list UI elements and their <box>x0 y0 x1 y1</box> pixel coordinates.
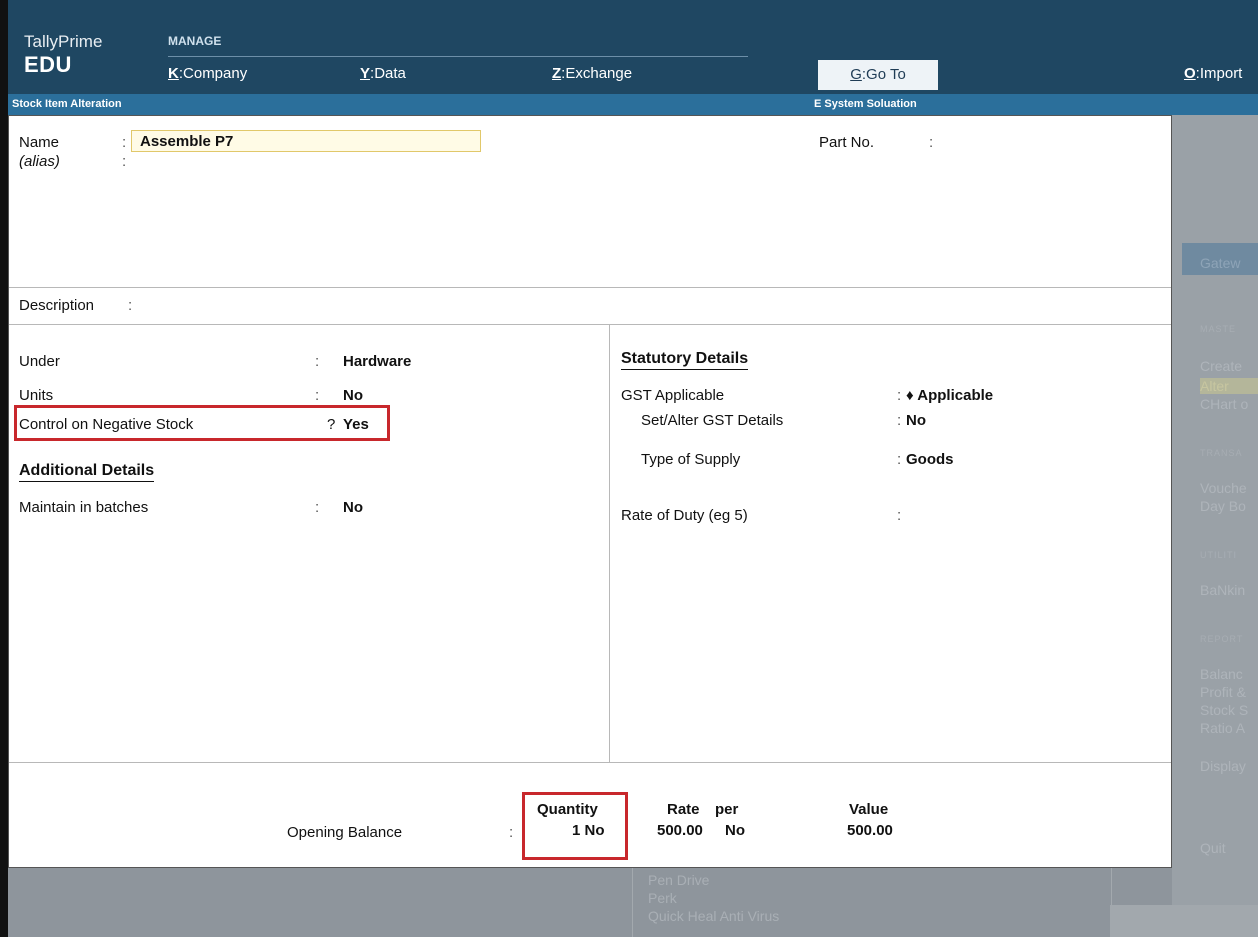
background-panel-item: UTILITI <box>1200 550 1238 560</box>
rate-of-duty-label: Rate of Duty (eg 5) <box>621 507 748 524</box>
per-header: per <box>715 801 739 818</box>
shortcut-key: G <box>850 66 862 83</box>
menu-section-label: MANAGE <box>168 34 222 48</box>
part-no-field[interactable] <box>941 132 1161 154</box>
part-no-colon: : <box>929 134 934 151</box>
menu-company[interactable]: K:Company <box>168 65 247 82</box>
background-panel-item: MASTE <box>1200 324 1237 334</box>
opening-rate[interactable]: 500.00 <box>657 822 703 839</box>
negative-stock-value[interactable]: Yes <box>343 416 369 433</box>
negative-stock-label: Control on Negative Stock <box>19 416 194 433</box>
name-value: Assemble P7 <box>140 133 234 150</box>
type-of-supply-label: Type of Supply <box>641 451 741 468</box>
opening-balance-colon: : <box>509 824 514 841</box>
menu-label: Exchange <box>565 65 633 82</box>
under-value[interactable]: Hardware <box>343 353 411 370</box>
stock-item-alteration-form: Name : Assemble P7 (alias) : Part No. : … <box>8 115 1172 868</box>
background-panel-item: Balanc <box>1200 666 1243 682</box>
background-strip <box>1110 905 1258 937</box>
alias-field[interactable] <box>131 153 481 173</box>
company-name: E System Soluation <box>814 98 917 110</box>
menu-label: Import <box>1199 65 1243 82</box>
screen-title: Stock Item Alteration <box>12 98 122 110</box>
background-panel-item: BaNkin <box>1200 582 1246 598</box>
shortcut-key: O <box>1184 65 1196 82</box>
value-header: Value <box>849 801 889 818</box>
rate-of-duty-colon: : <box>897 507 902 524</box>
goto-label: Go To <box>866 66 906 83</box>
product-name: TallyPrime <box>24 32 103 51</box>
description-field[interactable] <box>141 294 1161 316</box>
quantity-header: Quantity <box>537 801 598 818</box>
units-label: Units <box>19 387 54 404</box>
background-panel-item: Gatew <box>1200 255 1241 271</box>
batches-colon: : <box>315 499 320 516</box>
rate-of-duty-field[interactable] <box>906 505 1106 527</box>
background-panel-item: TRANSA <box>1200 448 1243 458</box>
background-panel-item: Stock S <box>1200 702 1249 718</box>
background-panel-item: Profit & <box>1200 684 1246 700</box>
name-colon: : <box>122 134 127 151</box>
background-list-item: Perk <box>648 890 677 906</box>
menu-data[interactable]: Y:Data <box>360 65 406 82</box>
menu-import[interactable]: O:Import <box>1184 65 1242 82</box>
background-panel-item: CHart o <box>1200 396 1249 412</box>
background-panel-item: Day Bo <box>1200 498 1246 514</box>
opening-value[interactable]: 500.00 <box>847 822 893 839</box>
batches-value[interactable]: No <box>343 499 363 516</box>
background-panel-item: Quit <box>1200 840 1226 856</box>
units-value[interactable]: No <box>343 387 363 404</box>
opening-balance-label: Opening Balance <box>287 824 403 841</box>
name-label: Name <box>19 134 60 151</box>
description-label: Description <box>19 297 95 314</box>
type-of-supply-value[interactable]: Goods <box>906 451 954 468</box>
gst-details-colon: : <box>897 412 902 429</box>
column-divider <box>609 324 610 762</box>
background-panel-item: Display <box>1200 758 1246 774</box>
gst-details-value[interactable]: No <box>906 412 926 429</box>
title-bar: Stock Item Alteration E System Soluation <box>8 94 1258 115</box>
opening-per[interactable]: No <box>725 822 745 839</box>
divider <box>9 324 1171 325</box>
background-panel-item: Vouche <box>1200 480 1247 496</box>
shortcut-key: Z <box>552 65 562 82</box>
description-colon: : <box>128 297 133 314</box>
edition-label: EDU <box>24 52 72 77</box>
window-frame <box>0 0 8 937</box>
menu-label: Data <box>374 65 406 82</box>
type-of-supply-colon: : <box>897 451 902 468</box>
background-gateway-panel <box>1172 115 1258 937</box>
under-colon: : <box>315 353 320 370</box>
divider <box>9 762 1171 763</box>
divider <box>9 287 1171 288</box>
menu-exchange[interactable]: Z:Exchange <box>552 65 632 82</box>
alias-colon: : <box>122 153 127 170</box>
background-panel-item: Create <box>1200 358 1243 374</box>
background-list-item: Quick Heal Anti Virus <box>648 908 780 924</box>
rate-header: Rate <box>667 801 700 818</box>
menu-label: Company <box>183 65 248 82</box>
batches-label: Maintain in batches <box>19 499 149 516</box>
background-panel-item: Alter <box>1200 378 1258 394</box>
background-list-item: Pen Drive <box>648 872 710 888</box>
statutory-details-header: Statutory Details <box>621 350 749 370</box>
units-colon: : <box>315 387 320 404</box>
gst-applicable-label: GST Applicable <box>621 387 725 404</box>
menu-divider <box>168 56 748 57</box>
top-bar: TallyPrime EDU MANAGE K:Company Y:Data Z… <box>8 0 1258 94</box>
negative-stock-prompt: ? <box>327 416 336 433</box>
background-panel-item: REPORT <box>1200 634 1244 644</box>
gst-applicable-colon: : <box>897 387 902 404</box>
alias-label: (alias) <box>19 153 60 170</box>
background-panel-item: Ratio A <box>1200 720 1246 736</box>
gst-details-label: Set/Alter GST Details <box>641 412 784 429</box>
opening-quantity[interactable]: 1 No <box>572 822 605 839</box>
gst-applicable-value[interactable]: ♦ Applicable <box>906 387 993 404</box>
under-label: Under <box>19 353 60 370</box>
goto-button[interactable]: G:Go To <box>818 60 938 90</box>
part-no-label: Part No. <box>819 134 875 151</box>
shortcut-key: K <box>168 65 179 82</box>
shortcut-key: Y <box>360 65 371 82</box>
additional-details-header: Additional Details <box>19 462 155 482</box>
